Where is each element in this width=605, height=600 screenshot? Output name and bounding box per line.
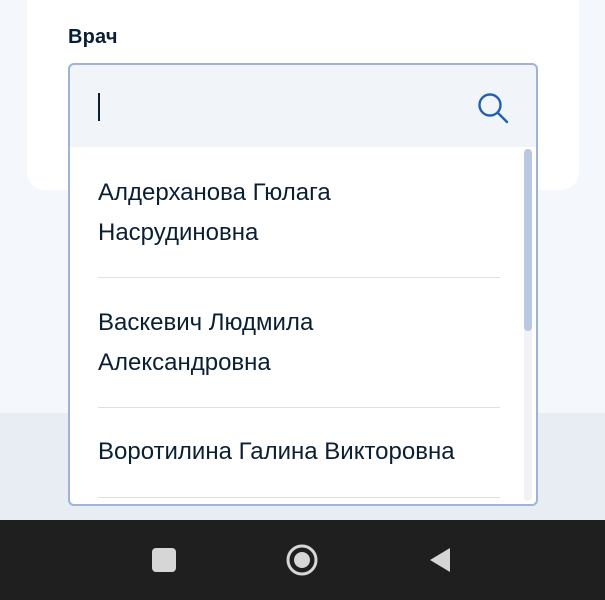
doctor-field-label: Врач	[68, 26, 118, 48]
search-icon[interactable]	[476, 91, 510, 125]
circle-icon[interactable]	[286, 544, 318, 576]
doctor-option-line2: Александровна	[98, 349, 271, 376]
system-navigation-bar	[0, 520, 605, 600]
option-divider	[98, 497, 500, 498]
option-divider	[98, 407, 500, 408]
doctor-option-line1: Васкевич Людмила	[98, 309, 314, 336]
doctor-option[interactable]: Васкевич Людмила Александровна	[98, 303, 500, 383]
square-icon[interactable]	[148, 544, 180, 576]
text-caret	[98, 93, 100, 121]
doctor-option[interactable]: Алдерханова Гюлага Насрудиновна	[98, 173, 500, 253]
doctor-option-line1: Алдерханова Гюлага	[98, 179, 331, 206]
scrollbar-thumb[interactable]	[524, 149, 532, 331]
doctor-option-line2: Насрудиновна	[98, 219, 259, 246]
doctor-search-input[interactable]	[68, 63, 538, 149]
option-divider	[98, 277, 500, 278]
doctor-option[interactable]: Воротилина Галина Викторовна	[98, 432, 500, 472]
triangle-back-icon[interactable]	[424, 544, 456, 576]
doctor-option-line1: Воротилина Галина Викторовна	[98, 438, 455, 465]
doctor-options-dropdown[interactable]: Алдерханова Гюлага Насрудиновна Васкевич…	[68, 147, 538, 506]
